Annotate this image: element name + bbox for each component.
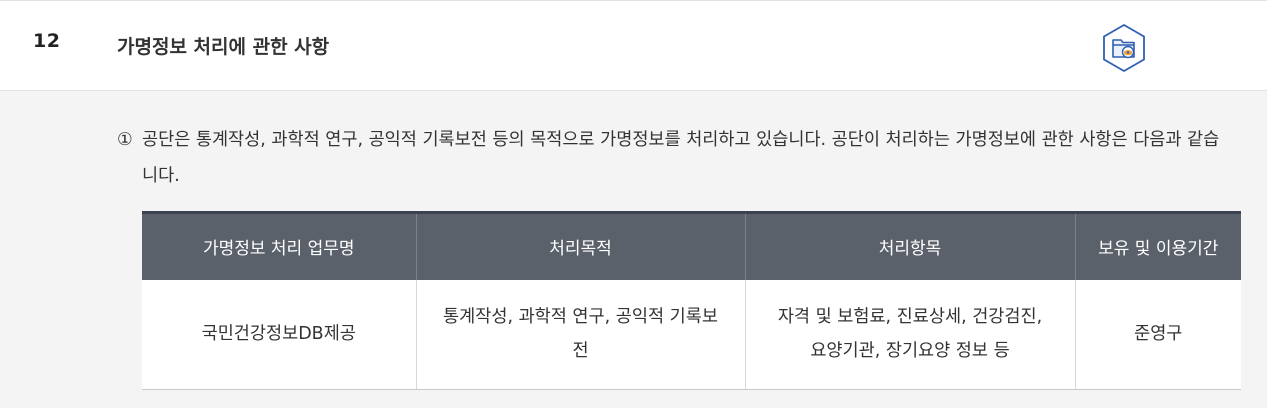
pseudonymized-info-table: 가명정보 처리 업무명 처리목적 처리항목 보유 및 이용기간 국민건강정보DB… (142, 211, 1241, 390)
column-header-task-name: 가명정보 처리 업무명 (142, 212, 416, 280)
list-marker: ① (117, 130, 133, 150)
cell-retention-period: 준영구 (1074, 279, 1241, 390)
section-title: 가명정보 처리에 관한 사항 (117, 36, 330, 58)
section-header[interactable]: 12 가명정보 처리에 관한 사항 (0, 1, 1267, 91)
column-header-items: 처리항목 (744, 212, 1075, 280)
intro-paragraph: ① 공단은 통계작성, 과학적 연구, 공익적 기록보전 등의 목적으로 가명정… (117, 122, 1232, 194)
table-row: 국민건강정보DB제공 통계작성, 과학적 연구, 공익적 기록보전 자격 및 보… (142, 279, 1241, 390)
column-header-purpose: 처리목적 (415, 212, 745, 280)
cell-task-name: 국민건강정보DB제공 (142, 279, 416, 390)
section-body: ① 공단은 통계작성, 과학적 연구, 공익적 기록보전 등의 목적으로 가명정… (0, 91, 1267, 408)
cell-items: 자격 및 보험료, 진료상세, 건강검진, 요양기관, 장기요양 정보 등 (744, 279, 1075, 390)
section-number: 12 (33, 30, 61, 52)
pseudonymized-info-folder-icon (1101, 23, 1147, 73)
intro-text: 공단은 통계작성, 과학적 연구, 공익적 기록보전 등의 목적으로 가명정보를… (142, 130, 1220, 186)
table-header-row: 가명정보 처리 업무명 처리목적 처리항목 보유 및 이용기간 (142, 212, 1241, 280)
cell-purpose: 통계작성, 과학적 연구, 공익적 기록보전 (415, 279, 745, 390)
pseudonymized-info-section: 12 가명정보 처리에 관한 사항 ① 공단은 통계작성, 과학적 연구, 공익… (0, 0, 1267, 408)
column-header-retention-period: 보유 및 이용기간 (1074, 212, 1241, 280)
